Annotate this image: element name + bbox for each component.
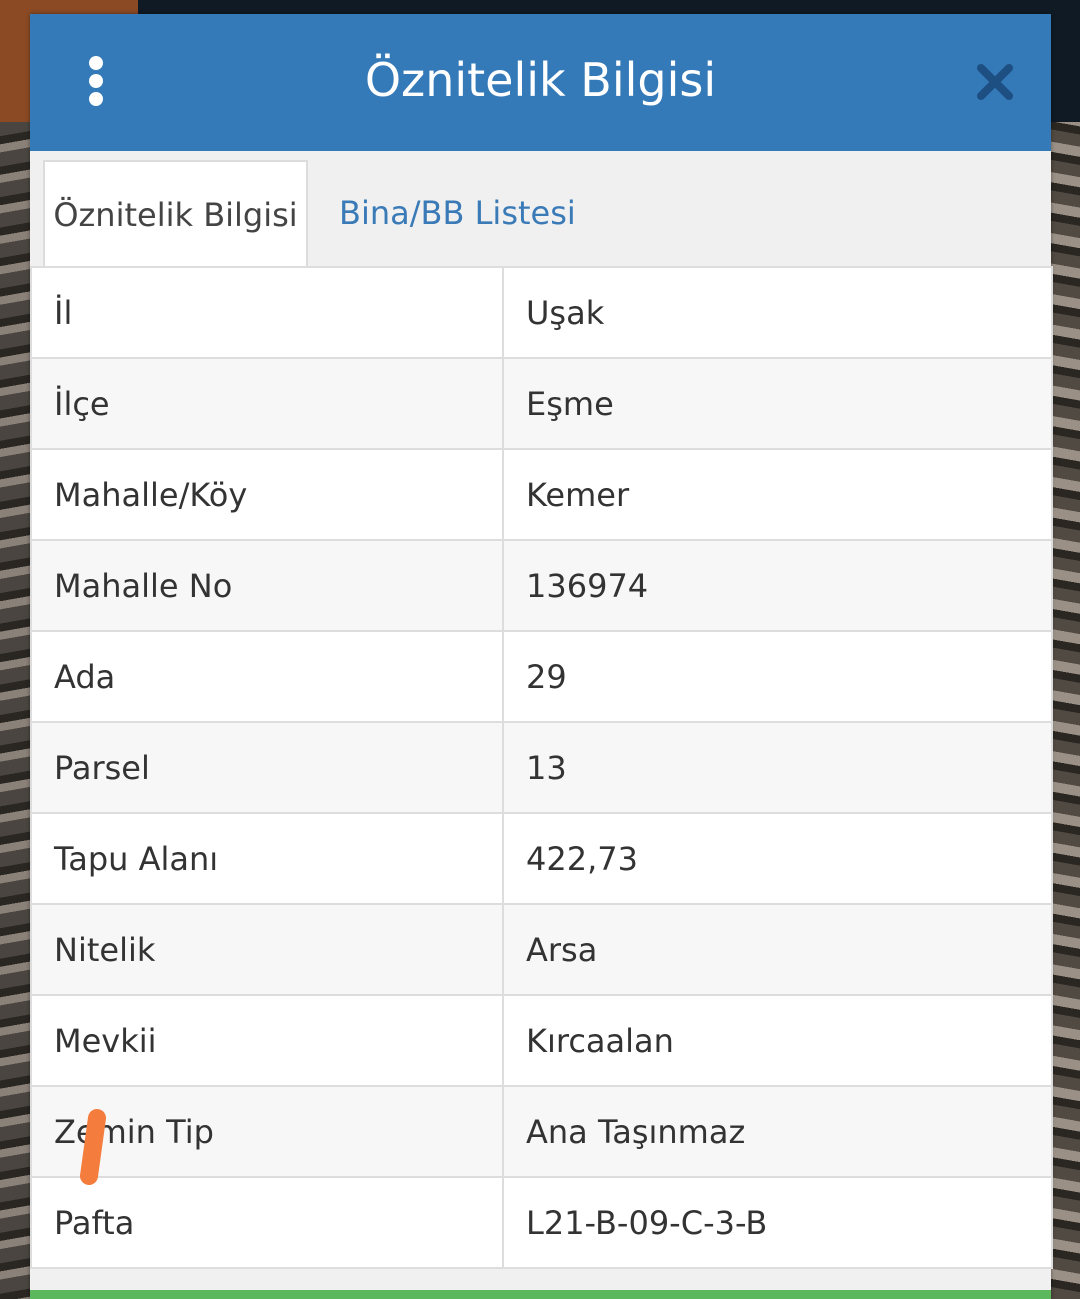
attribute-table: İl Uşak İlçe Eşme Mahalle/Köy Kemer Mahalle No… <box>30 266 1053 1269</box>
bottom-status-bar <box>30 1290 1051 1299</box>
attribute-key: Mahalle No <box>30 539 504 632</box>
attribute-info-dialog: Öznitelik Bilgisi Öznitelik Bilgisi Bina… <box>30 14 1053 1299</box>
attribute-key: Mahalle/Köy <box>30 448 504 541</box>
table-row: Mevkii Kırcaalan <box>30 994 1053 1087</box>
table-row: Ada 29 <box>30 630 1053 723</box>
attribute-key: Parsel <box>30 721 504 814</box>
table-row: Mahalle/Köy Kemer <box>30 448 1053 541</box>
attribute-key: Nitelik <box>30 903 504 996</box>
table-row: Zemin Tip Ana Taşınmaz <box>30 1085 1053 1178</box>
table-row: Pafta L21-B-09-C-3-B <box>30 1176 1053 1269</box>
attribute-value: Arsa <box>502 903 1053 996</box>
attribute-value: Kemer <box>502 448 1053 541</box>
table-row: Mahalle No 136974 <box>30 539 1053 632</box>
dialog-header: Öznitelik Bilgisi <box>30 14 1051 151</box>
attribute-key: Mevkii <box>30 994 504 1087</box>
attribute-key: Tapu Alanı <box>30 812 504 905</box>
table-row: Nitelik Arsa <box>30 903 1053 996</box>
attribute-value: 13 <box>502 721 1053 814</box>
tab-attribute-info[interactable]: Öznitelik Bilgisi <box>43 160 308 266</box>
dialog-title: Öznitelik Bilgisi <box>364 53 717 107</box>
attribute-key: Pafta <box>30 1176 504 1269</box>
table-row: Parsel 13 <box>30 721 1053 814</box>
table-row: İl Uşak <box>30 266 1053 359</box>
attribute-value: L21-B-09-C-3-B <box>502 1176 1053 1269</box>
attribute-value: Eşme <box>502 357 1053 450</box>
attribute-value: 29 <box>502 630 1053 723</box>
attribute-key: İlçe <box>30 357 504 450</box>
tab-bar: Öznitelik Bilgisi Bina/BB Listesi <box>30 151 1051 268</box>
attribute-value: 422,73 <box>502 812 1053 905</box>
table-row: İlçe Eşme <box>30 357 1053 450</box>
table-row: Tapu Alanı 422,73 <box>30 812 1053 905</box>
map-right-edge <box>1050 122 1080 1299</box>
map-left-edge <box>0 122 32 1299</box>
annotation-highlight-mark <box>80 1109 106 1185</box>
attribute-value: Uşak <box>502 266 1053 359</box>
attribute-value: Kırcaalan <box>502 994 1053 1087</box>
attribute-key: İl <box>30 266 504 359</box>
attribute-key: Ada <box>30 630 504 723</box>
attribute-value: Ana Taşınmaz <box>502 1085 1053 1178</box>
close-icon[interactable] <box>975 62 1015 102</box>
tab-building-list[interactable]: Bina/BB Listesi <box>339 160 599 266</box>
attribute-value: 136974 <box>502 539 1053 632</box>
